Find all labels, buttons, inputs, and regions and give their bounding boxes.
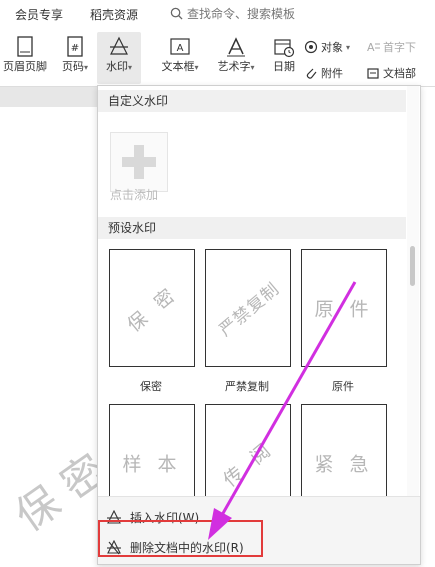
- object-icon: [304, 40, 318, 54]
- dropdown-scrollbar[interactable]: [407, 86, 419, 496]
- chevron-down-icon: ▾: [250, 63, 255, 72]
- date-button[interactable]: 日期: [268, 36, 300, 74]
- object-button[interactable]: 对象 ▾: [304, 39, 350, 55]
- plus-icon: [122, 145, 156, 179]
- add-custom-watermark-label: 点击添加: [110, 188, 159, 202]
- document-gutter: [0, 87, 100, 107]
- page-number-button[interactable]: # 页码▾: [55, 36, 95, 74]
- tab-daoke[interactable]: 稻壳资源: [90, 6, 138, 23]
- drop-cap-label: 首字下: [383, 41, 416, 54]
- insert-ribbon: 页眉页脚 # 页码▾ 水印▾ A 文本框▾ 艺术字▾ 日期 对象 ▾ 附件 A 首…: [0, 28, 435, 87]
- attachment-label: 附件: [321, 67, 343, 80]
- attachment-button[interactable]: 附件: [304, 65, 343, 81]
- add-custom-watermark-button[interactable]: [110, 132, 168, 192]
- drop-cap-icon: A: [367, 41, 380, 54]
- preset-label: 原件: [332, 380, 354, 393]
- art-text-icon: [227, 37, 245, 57]
- watermark-preview-text: 原 件: [314, 298, 374, 321]
- watermark-preview-text: 传 阅: [219, 436, 279, 492]
- textbox-icon: A: [170, 38, 190, 55]
- search-icon: [170, 7, 183, 20]
- preset-watermark-original[interactable]: 原 件: [301, 249, 387, 367]
- art-text-button[interactable]: 艺术字▾: [212, 36, 260, 74]
- watermark-preview-text: 严禁复制: [215, 279, 284, 341]
- header-footer-label: 页眉页脚: [3, 60, 47, 73]
- preset-watermark-header: 预设水印: [98, 217, 406, 239]
- command-search[interactable]: 查找命令、搜索模板: [170, 5, 295, 22]
- textbox-button[interactable]: A 文本框▾: [155, 36, 205, 74]
- doc-parts-label: 文档部: [383, 67, 416, 80]
- date-label: 日期: [273, 60, 295, 73]
- chevron-down-icon: ▾: [127, 63, 132, 72]
- header-footer-icon: [17, 36, 33, 57]
- textbox-label: 文本框: [161, 60, 195, 73]
- watermark-dropdown: 自定义水印 点击添加 预设水印 保 密 保密 严禁复制 严禁复制 原 件 原件 …: [97, 85, 421, 565]
- art-text-label: 艺术字: [217, 60, 251, 73]
- watermark-preview-text: 紧 急: [314, 453, 374, 476]
- doc-parts-icon: [367, 68, 379, 79]
- chevron-down-icon: ▾: [194, 63, 199, 72]
- page-number-icon: #: [67, 36, 83, 57]
- top-tab-bar: 会员专享 稻壳资源 查找命令、搜索模板: [0, 0, 435, 28]
- page-number-label: 页码: [61, 60, 84, 73]
- custom-watermark-header: 自定义水印: [98, 90, 406, 112]
- search-placeholder: 查找命令、搜索模板: [187, 7, 296, 21]
- drop-cap-button[interactable]: A 首字下: [366, 39, 416, 55]
- preset-watermark-confidential[interactable]: 保 密: [109, 249, 195, 367]
- svg-text:A: A: [177, 43, 184, 54]
- watermark-icon: [110, 36, 128, 55]
- watermark-preview-text: 样 本: [122, 453, 182, 476]
- svg-text:A: A: [367, 41, 375, 54]
- highlight-box: [98, 520, 263, 557]
- object-label: 对象: [321, 41, 343, 54]
- doc-parts-button[interactable]: 文档部: [366, 65, 416, 81]
- scrollbar-thumb[interactable]: [410, 246, 415, 286]
- calendar-clock-icon: [274, 39, 295, 58]
- watermark-preview-text: 保 密: [123, 281, 183, 337]
- chevron-down-icon: ▾: [83, 63, 88, 72]
- watermark-label: 水印: [105, 60, 128, 73]
- svg-text:#: #: [71, 43, 79, 54]
- chevron-down-icon: ▾: [346, 42, 351, 52]
- header-footer-button[interactable]: 页眉页脚: [0, 36, 50, 74]
- watermark-button[interactable]: 水印▾: [97, 32, 141, 84]
- paperclip-icon: [306, 68, 317, 79]
- preset-label: 保密: [140, 380, 162, 393]
- preset-watermark-no-copy[interactable]: 严禁复制: [205, 249, 291, 367]
- preset-label: 严禁复制: [225, 380, 269, 393]
- tab-member[interactable]: 会员专享: [15, 6, 63, 23]
